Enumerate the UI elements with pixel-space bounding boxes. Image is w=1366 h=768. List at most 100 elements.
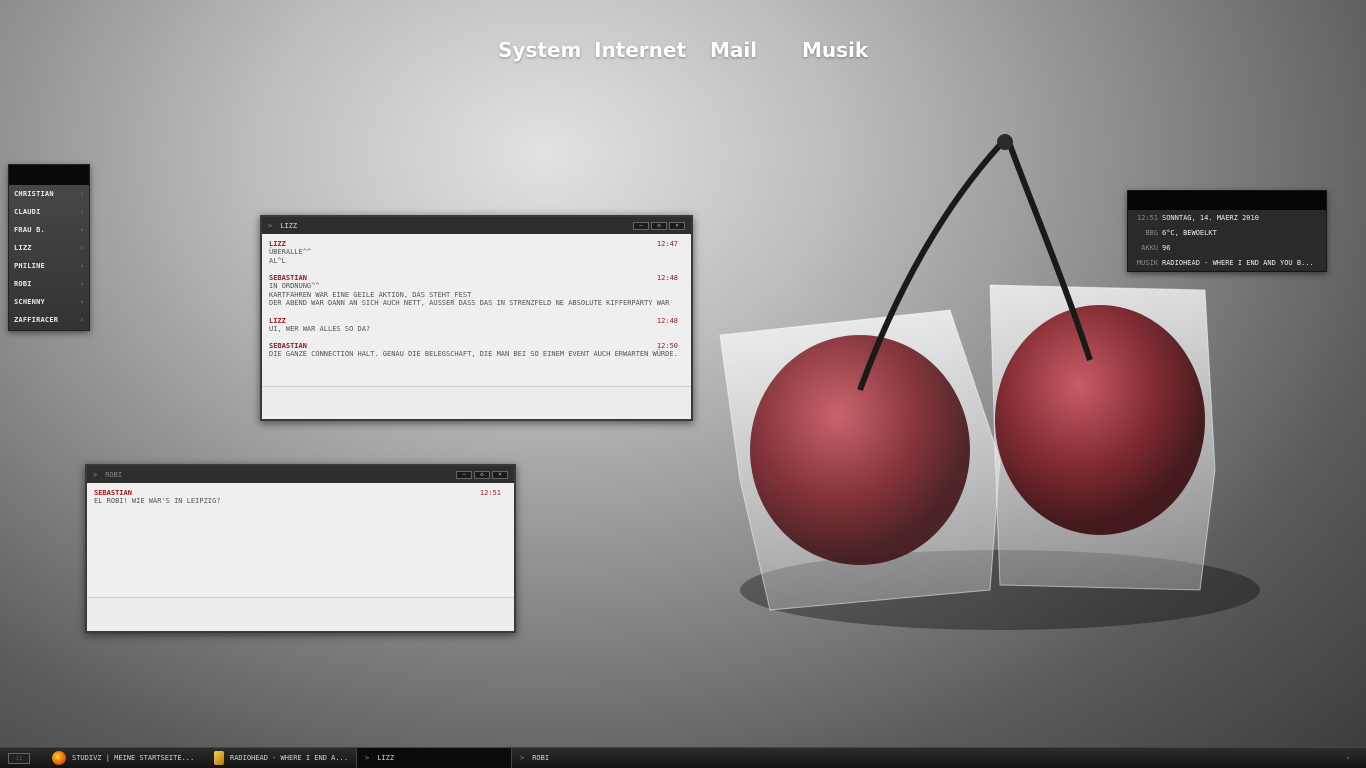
chat-title: LIZZ	[280, 221, 298, 230]
message-sender: SEBASTIAN	[269, 342, 307, 350]
chevron-right-icon: ›	[79, 190, 84, 198]
window-controls: – ◇ ×	[633, 221, 685, 230]
message-text: ÜBERALLE^^	[269, 248, 312, 256]
chat-message: LIZZ 12:47 ÜBERALLE^^ AL^L	[269, 240, 678, 265]
close-button[interactable]: ×	[669, 221, 685, 230]
minimize-button[interactable]: –	[633, 221, 649, 230]
message-sender: LIZZ	[269, 316, 286, 325]
taskbar: :: STUDIVZ | MEINE STARTSEITE... RADIOHE…	[0, 747, 1366, 768]
contact-list-panel: CHRISTIAN › CLAUDI › FRAU B. › LIZZ › PHILIN…	[8, 164, 90, 331]
message-text: DIE GANZE CONNECTION HALT. GENAU DIE BEL…	[269, 350, 678, 358]
contact-item-christian[interactable]: CHRISTIAN ›	[9, 185, 89, 203]
info-row-battery: AKKU 96	[1128, 240, 1326, 255]
message-time: 12:48	[656, 274, 678, 282]
window-controls: – ◇ ×	[456, 470, 508, 479]
contact-name: PHILINE	[14, 262, 45, 270]
info-label: AKKU	[1141, 243, 1158, 252]
message-text: UI, WER WAR ALLES SO DA?	[269, 324, 371, 333]
arrow-right-icon: >	[365, 754, 370, 762]
menu-mail[interactable]: Mail	[710, 38, 802, 62]
taskbar-item-label: STUDIVZ | MEINE STARTSEITE...	[72, 754, 195, 762]
contact-name: SCHENNY	[14, 298, 45, 306]
message-input[interactable]	[87, 597, 514, 627]
arrow-right-icon: >	[93, 470, 98, 479]
chevron-right-icon: ›	[79, 280, 84, 288]
info-label: 12:51	[1136, 213, 1158, 222]
menu-musik[interactable]: Musik	[802, 38, 868, 62]
start-button[interactable]: ::	[8, 752, 30, 764]
info-label: BBG	[1145, 228, 1158, 237]
taskbar-item-firefox[interactable]: STUDIVZ | MEINE STARTSEITE...	[44, 748, 206, 768]
info-value: 96	[1162, 243, 1171, 252]
contact-item-lizz[interactable]: LIZZ ›	[9, 239, 89, 257]
contact-item-claudi[interactable]: CLAUDI ›	[9, 203, 89, 221]
chevron-right-icon: ›	[79, 298, 84, 306]
taskbar-item-label: ROBI	[532, 754, 550, 762]
info-label: MUSIK	[1136, 258, 1158, 267]
info-row-clock: 12:51 SONNTAG, 14. MAERZ 2010	[1128, 210, 1326, 225]
message-text: KARTFAHREN WAR EINE GEILE AKTION, DAS ST…	[269, 290, 472, 299]
contact-name: ZAFFIRACER	[14, 316, 59, 324]
info-widget: 12:51 SONNTAG, 14. MAERZ 2010 BBG 6°C, BEW…	[1127, 190, 1327, 272]
message-time: 12:51	[479, 489, 501, 497]
contact-name: CHRISTIAN	[14, 190, 54, 198]
arrow-right-icon: >	[268, 221, 273, 230]
menu-system[interactable]: System	[498, 38, 594, 62]
chat-message: SEBASTIAN 12:50 DIE GANZE CONNECTION HALT…	[269, 342, 678, 359]
contact-item-schenny[interactable]: SCHENNY ›	[9, 293, 89, 311]
chat-titlebar[interactable]: > ROBI – ◇ ×	[87, 466, 514, 483]
chevron-right-icon: ›	[79, 316, 84, 324]
contact-name: CLAUDI	[14, 208, 41, 216]
taskbar-item-label: RADIOHEAD - WHERE I END A...	[229, 754, 348, 762]
top-menu: System Internet Mail Musik	[490, 38, 868, 62]
firefox-icon	[52, 751, 66, 765]
taskbar-item-winamp[interactable]: RADIOHEAD - WHERE I END A...	[206, 748, 356, 768]
contact-name: FRAU B.	[14, 226, 45, 234]
contact-item-zaffiracer[interactable]: ZAFFIRACER ›	[9, 311, 89, 329]
contact-list-header	[9, 165, 89, 185]
arrow-right-icon: >	[520, 754, 525, 762]
maximize-button[interactable]: ◇	[651, 221, 667, 230]
message-list: SEBASTIAN 12:51 EL ROBI! WIE WAR'S IN LEI…	[87, 483, 514, 597]
message-text: AL^L	[269, 256, 286, 265]
chevron-right-icon: ›	[79, 208, 84, 216]
chat-title: ROBI	[105, 470, 123, 479]
chat-window-robi: > ROBI – ◇ × SEBASTIAN 12:51 EL ROBI! WIE…	[85, 464, 516, 633]
message-text: EL ROBI! WIE WAR'S IN LEIPZIG?	[94, 497, 221, 505]
chat-message: SEBASTIAN 12:51 EL ROBI! WIE WAR'S IN LEI…	[94, 489, 501, 506]
chat-titlebar[interactable]: > LIZZ – ◇ ×	[262, 217, 691, 234]
taskbar-item-label: LIZZ	[377, 754, 395, 762]
maximize-button[interactable]: ◇	[474, 470, 490, 479]
contact-name: ROBI	[14, 280, 32, 288]
message-input[interactable]	[262, 386, 691, 416]
info-row-weather: BBG 6°C, BEWOELKT	[1128, 225, 1326, 240]
info-value: 6°C, BEWOELKT	[1162, 228, 1217, 237]
message-time: 12:48	[656, 316, 678, 325]
chat-window-lizz: > LIZZ – ◇ × LIZZ 12:47 ÜBERALLE^^ AL^L S…	[260, 215, 693, 421]
close-button[interactable]: ×	[492, 470, 508, 479]
contact-name: LIZZ	[14, 244, 32, 252]
message-sender: SEBASTIAN	[269, 274, 307, 282]
taskbar-item-lizz[interactable]: > LIZZ	[356, 747, 512, 768]
message-text: DER ABEND WAR DANN AN SICH AUCH NETT, AU…	[269, 299, 670, 307]
chat-message: SEBASTIAN 12:48 IN ORDNUNG^^ KARTFAHREN W…	[269, 274, 678, 308]
info-value: SONNTAG, 14. MAERZ 2010	[1162, 213, 1259, 222]
chat-message: LIZZ 12:48 UI, WER WAR ALLES SO DA?	[269, 317, 678, 334]
message-text: IN ORDNUNG^^	[269, 282, 320, 290]
chevron-right-icon: ›	[79, 226, 84, 234]
chevron-right-icon: ›	[79, 244, 84, 252]
contact-item-frau-b[interactable]: FRAU B. ›	[9, 221, 89, 239]
tray-expand-icon[interactable]: ‹	[1346, 754, 1350, 762]
minimize-button[interactable]: –	[456, 470, 472, 479]
message-sender: LIZZ	[269, 240, 286, 248]
taskbar-item-robi[interactable]: > ROBI	[512, 748, 668, 768]
message-time: 12:50	[656, 342, 678, 350]
info-value: RADIOHEAD - WHERE I END AND YOU B...	[1162, 258, 1314, 267]
message-list: LIZZ 12:47 ÜBERALLE^^ AL^L SEBASTIAN 12:48…	[262, 234, 691, 386]
message-time: 12:47	[656, 240, 678, 248]
winamp-icon	[214, 751, 224, 765]
contact-item-philine[interactable]: PHILINE ›	[9, 257, 89, 275]
contact-item-robi[interactable]: ROBI ›	[9, 275, 89, 293]
info-row-music: MUSIK RADIOHEAD - WHERE I END AND YOU B..…	[1128, 255, 1326, 270]
menu-internet[interactable]: Internet	[594, 38, 710, 62]
